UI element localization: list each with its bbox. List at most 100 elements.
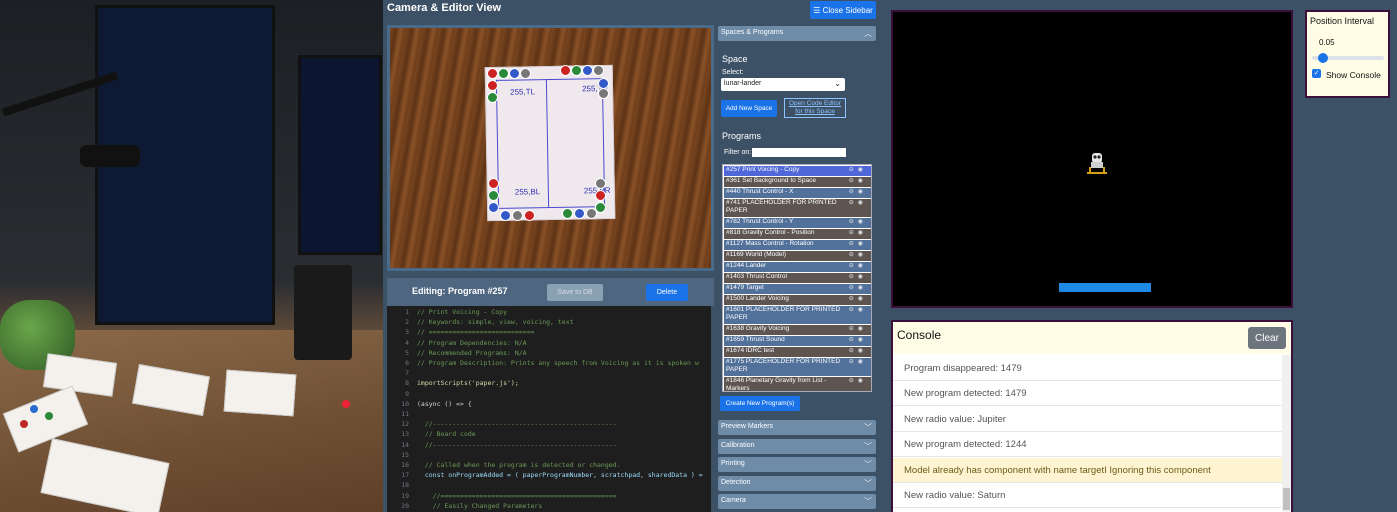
- program-list-item[interactable]: #1244 Lander ⊖◉: [724, 262, 871, 272]
- program-list-item[interactable]: #741 PLACEHOLDER FOR PRINTED PAPER ⊖◉: [724, 199, 871, 217]
- line-number: 17: [401, 471, 409, 480]
- program-list-item[interactable]: #782 Thrust Control - Y ⊖◉: [724, 218, 871, 228]
- paper-outline: [545, 79, 550, 208]
- print-view-icon[interactable]: ⊖◉: [849, 263, 867, 271]
- program-label: #818 Gravity Control - Position: [726, 229, 815, 236]
- print-view-icon[interactable]: ⊖◉: [849, 200, 867, 208]
- program-list-item[interactable]: #257 Print Voicing - Copy ⊖◉: [724, 166, 871, 176]
- slider-thumb[interactable]: [1318, 53, 1329, 63]
- code-line: // Recommended Programs: N/A: [417, 348, 527, 357]
- code-editor[interactable]: 1 // Print Voicing - Copy 2 // Keywords: si…: [387, 306, 711, 512]
- line-number: 9: [405, 389, 409, 398]
- program-list-item[interactable]: #361 Set Background to Space ⊖◉: [724, 177, 871, 187]
- show-console-label: Show Console: [1326, 70, 1381, 80]
- chevron-up-icon: ︿: [864, 29, 872, 38]
- console-scrollbar[interactable]: [1282, 355, 1291, 512]
- paper-marker: [598, 88, 609, 99]
- program-list-item[interactable]: #1846 Planetary Gravity from List - Mark…: [724, 377, 871, 392]
- print-view-icon[interactable]: ⊖◉: [849, 285, 867, 293]
- program-list-item[interactable]: #1638 Gravity Voicing ⊖◉: [724, 325, 871, 335]
- paper-marker: [487, 92, 498, 103]
- space-title: Space: [722, 54, 748, 64]
- program-label: #1244 Lander: [726, 262, 767, 269]
- scrollbar-thumb[interactable]: [1283, 488, 1290, 510]
- print-view-icon[interactable]: ⊖◉: [849, 189, 867, 197]
- print-view-icon[interactable]: ⊖◉: [849, 252, 867, 260]
- print-view-icon[interactable]: ⊖◉: [849, 241, 867, 249]
- delete-button[interactable]: Delete: [646, 284, 688, 301]
- section-header[interactable]: Printing ﹀: [718, 457, 876, 472]
- print-view-icon[interactable]: ⊖◉: [849, 337, 867, 345]
- print-view-icon[interactable]: ⊖◉: [849, 219, 867, 227]
- program-list-item[interactable]: #1674 IDRC test ⊖◉: [724, 347, 871, 357]
- clear-button[interactable]: Clear: [1248, 327, 1286, 349]
- print-view-icon[interactable]: ⊖◉: [849, 167, 867, 175]
- print-view-icon[interactable]: ⊖◉: [849, 307, 867, 315]
- print-view-icon[interactable]: ⊖◉: [849, 348, 867, 356]
- room-photo: [0, 0, 383, 512]
- line-number: 3: [405, 328, 409, 337]
- spaces-programs-header[interactable]: Spaces & Programs ︿: [718, 26, 876, 41]
- paper-marker: [487, 68, 498, 79]
- section-label: Detection: [721, 478, 751, 486]
- simulation-canvas[interactable]: [891, 10, 1293, 308]
- program-list-item[interactable]: #818 Gravity Control - Position ⊖◉: [724, 229, 871, 239]
- program-list-item[interactable]: #1169 World (Model) ⊖◉: [724, 251, 871, 261]
- section-label: Preview Markers: [721, 423, 774, 430]
- create-program-button[interactable]: Create New Program(s): [720, 396, 800, 411]
- program-label: #1638 Gravity Voicing: [726, 325, 790, 332]
- add-space-button[interactable]: Add New Space: [721, 100, 777, 117]
- code-line: // Keywords: simple, view, voicing, text: [417, 318, 574, 327]
- chevron-down-icon: ⌄: [834, 79, 841, 88]
- console-entry: New program detected: 1479: [893, 381, 1282, 407]
- close-sidebar-button[interactable]: ☰ Close Sidebar: [810, 1, 876, 19]
- code-line: //--------------------------------------…: [417, 440, 617, 449]
- program-list-item[interactable]: #1127 Mass Control - Rotation ⊖◉: [724, 240, 871, 250]
- filter-input[interactable]: [752, 148, 846, 157]
- print-view-icon[interactable]: ⊖◉: [849, 359, 867, 367]
- print-view-icon[interactable]: ⊖◉: [849, 178, 867, 186]
- print-view-icon[interactable]: ⊖◉: [849, 326, 867, 334]
- program-list-item[interactable]: #1403 Thrust Control ⊖◉: [724, 273, 871, 283]
- program-list-item[interactable]: #1601 PLACEHOLDER FOR PRINTED PAPER ⊖◉: [724, 306, 871, 324]
- print-view-icon[interactable]: ⊖◉: [849, 296, 867, 304]
- program-label: #1674 IDRC test: [726, 347, 775, 354]
- code-line: // Easily Changed Parameters: [417, 501, 543, 510]
- line-number: 12: [401, 420, 409, 429]
- paper-marker: [487, 80, 498, 91]
- line-number: 13: [401, 430, 409, 439]
- paper-marker: [562, 208, 573, 219]
- line-number: 4: [405, 338, 409, 347]
- save-to-db-button[interactable]: Save to DB: [547, 284, 603, 301]
- program-list-item[interactable]: #1775 PLACEHOLDER FOR PRINTED PAPER ⊖◉: [724, 358, 871, 376]
- section-header[interactable]: Camera ﹀: [718, 494, 876, 509]
- program-list-item[interactable]: #440 Thrust Control - X ⊖◉: [724, 188, 871, 198]
- code-line: //--------------------------------------…: [417, 420, 617, 429]
- space-select[interactable]: lunar-lander ⌄: [721, 78, 845, 91]
- print-view-icon[interactable]: ⊖◉: [849, 274, 867, 282]
- paper-marker: [593, 65, 604, 76]
- section-header[interactable]: Detection ﹀: [718, 475, 876, 491]
- program-list-item[interactable]: #1500 Lander Voicing ⊖◉: [724, 295, 871, 305]
- program-label: #1500 Lander Voicing: [726, 295, 789, 302]
- line-number: 8: [405, 379, 409, 388]
- section-header[interactable]: Calibration ﹀: [718, 438, 876, 454]
- paper-marker: [498, 68, 509, 79]
- print-view-icon[interactable]: ⊖◉: [849, 378, 867, 386]
- marker-dot: [30, 405, 38, 413]
- program-list-item[interactable]: #1659 Thrust Sound ⊖◉: [724, 336, 871, 346]
- open-code-editor-link[interactable]: Open Code Editor for this Space: [784, 98, 846, 118]
- program-list[interactable]: #257 Print Voicing - Copy ⊖◉ #361 Set Back…: [722, 164, 872, 392]
- code-line: // Program Description: Prints any speec…: [417, 359, 699, 367]
- print-view-icon[interactable]: ⊖◉: [849, 230, 867, 238]
- section-header[interactable]: Preview Markers ﹀: [718, 420, 876, 435]
- lander-icon: [1087, 153, 1107, 174]
- line-number: 19: [401, 491, 409, 500]
- program-label: #1846 Planetary Gravity from List - Mark…: [726, 377, 827, 392]
- show-console-checkbox[interactable]: ✓: [1312, 69, 1321, 78]
- paper-marker: [512, 210, 523, 221]
- console-entry: Program disappeared: 1479: [893, 356, 1282, 381]
- program-list-item[interactable]: #1479 Target ⊖◉: [724, 284, 871, 294]
- line-number: 14: [401, 440, 409, 449]
- console-entry: Model already has component with name ta…: [893, 457, 1282, 483]
